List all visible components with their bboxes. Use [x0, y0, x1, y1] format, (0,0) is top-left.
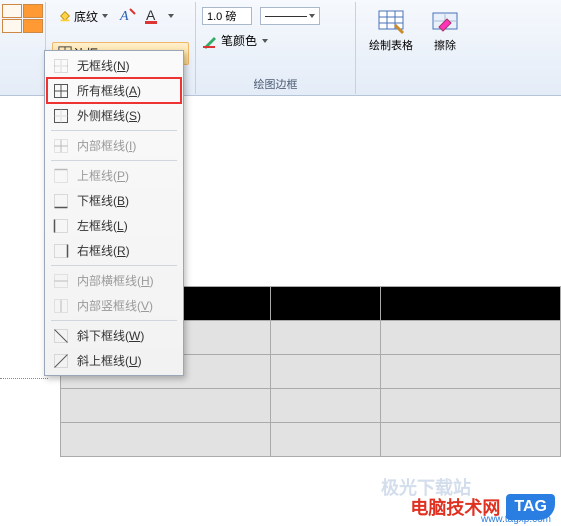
table-cell[interactable] — [271, 287, 381, 321]
table-row[interactable] — [61, 389, 561, 423]
border-menu-item-diagonal-up[interactable]: 斜上框线(U) — [47, 348, 181, 373]
border-menu-item-top-border: 上框线(P) — [47, 163, 181, 188]
chevron-down-icon — [309, 14, 315, 18]
table-cell[interactable] — [271, 321, 381, 355]
menu-separator — [51, 265, 177, 266]
watermark-url: www.tagxp.com — [481, 514, 551, 525]
menu-item-label: 内部框线(I) — [77, 137, 136, 154]
line-preview — [265, 16, 307, 17]
draw-borders-section: 1.0 磅 笔颜色 绘图边框 — [196, 2, 356, 94]
style-tile[interactable] — [23, 4, 43, 18]
border-menu-item-left-border[interactable]: 左框线(L) — [47, 213, 181, 238]
border-menu-item-bottom-border[interactable]: 下框线(B) — [47, 188, 181, 213]
table-style-gallery[interactable] — [2, 4, 43, 33]
style-tile[interactable] — [2, 4, 22, 18]
inside-vertical-icon — [53, 298, 69, 314]
border-menu-item-all-borders[interactable]: 所有框线(A) — [47, 78, 181, 103]
diagonal-down-icon — [53, 328, 69, 344]
bucket-icon — [58, 9, 72, 23]
left-border-icon — [53, 218, 69, 234]
menu-item-label: 上框线(P) — [77, 167, 129, 184]
table-row[interactable] — [61, 423, 561, 457]
shading-button[interactable]: 底纹 — [52, 5, 114, 28]
table-cell[interactable] — [61, 389, 271, 423]
right-border-icon — [53, 243, 69, 259]
all-borders-icon — [53, 83, 69, 99]
menu-separator — [51, 160, 177, 161]
menu-item-label: 左框线(L) — [77, 217, 128, 234]
border-menu-item-no-border[interactable]: 无框线(N) — [47, 53, 181, 78]
table-cell[interactable] — [381, 321, 561, 355]
pen-weight-combo[interactable]: 1.0 磅 — [202, 7, 252, 25]
menu-item-label: 内部竖框线(V) — [77, 297, 153, 314]
page-margin-guide — [0, 378, 48, 379]
eraser-button[interactable]: 擦除 — [424, 4, 466, 56]
font-color-icon[interactable]: A — [142, 6, 162, 26]
no-border-icon — [53, 58, 69, 74]
menu-item-label: 斜下框线(W) — [77, 327, 144, 344]
menu-item-label: 斜上框线(U) — [77, 352, 142, 369]
draw-tools-section: 绘制表格 擦除 — [356, 2, 472, 94]
bottom-border-icon — [53, 193, 69, 209]
menu-item-label: 无框线(N) — [77, 57, 130, 74]
draw-table-button[interactable]: 绘制表格 — [362, 4, 420, 56]
inside-horizontal-icon — [53, 273, 69, 289]
outside-borders-icon — [53, 108, 69, 124]
border-dropdown-menu: 无框线(N) 所有框线(A) 外侧框线(S) 内部框线(I) 上框线(P) 下框线(B) 左… — [44, 50, 184, 376]
table-cell[interactable] — [271, 423, 381, 457]
border-menu-item-inside-borders: 内部框线(I) — [47, 133, 181, 158]
pen-weight-value: 1.0 磅 — [207, 8, 236, 24]
table-styles-section — [0, 2, 46, 94]
table-cell[interactable] — [271, 355, 381, 389]
pen-color-label: 笔颜色 — [221, 32, 257, 49]
svg-text:A: A — [146, 7, 156, 23]
section-label: 绘图边框 — [202, 74, 349, 92]
diagonal-up-icon — [53, 353, 69, 369]
border-menu-item-inside-vertical: 内部竖框线(V) — [47, 293, 181, 318]
border-menu-item-inside-horizontal: 内部横框线(H) — [47, 268, 181, 293]
svg-text:A: A — [119, 9, 129, 24]
chevron-down-icon — [168, 14, 174, 18]
menu-item-label: 外侧框线(S) — [77, 107, 141, 124]
border-menu-item-diagonal-down[interactable]: 斜下框线(W) — [47, 323, 181, 348]
draw-table-icon — [377, 7, 405, 35]
table-cell[interactable] — [271, 389, 381, 423]
menu-separator — [51, 320, 177, 321]
table-cell[interactable] — [61, 423, 271, 457]
border-menu-item-outside-borders[interactable]: 外侧框线(S) — [47, 103, 181, 128]
pen-style-combo[interactable] — [260, 7, 320, 25]
table-cell[interactable] — [381, 355, 561, 389]
border-menu-item-right-border[interactable]: 右框线(R) — [47, 238, 181, 263]
style-tile[interactable] — [23, 19, 43, 33]
menu-separator — [51, 130, 177, 131]
font-fill-icon[interactable]: A — [118, 6, 138, 26]
eraser-label: 擦除 — [434, 37, 456, 53]
table-cell[interactable] — [381, 389, 561, 423]
chevron-down-icon — [262, 39, 268, 43]
menu-item-label: 下框线(B) — [77, 192, 129, 209]
menu-item-label: 内部横框线(H) — [77, 272, 154, 289]
pen-color-icon — [202, 33, 218, 49]
top-border-icon — [53, 168, 69, 184]
chevron-down-icon — [102, 14, 108, 18]
table-cell[interactable] — [381, 423, 561, 457]
shading-label: 底纹 — [74, 8, 98, 25]
eraser-icon — [431, 7, 459, 35]
draw-table-label: 绘制表格 — [369, 37, 413, 53]
menu-item-label: 所有框线(A) — [77, 82, 141, 99]
style-tile[interactable] — [2, 19, 22, 33]
table-cell[interactable] — [381, 287, 561, 321]
inside-borders-icon — [53, 138, 69, 154]
menu-item-label: 右框线(R) — [77, 242, 130, 259]
